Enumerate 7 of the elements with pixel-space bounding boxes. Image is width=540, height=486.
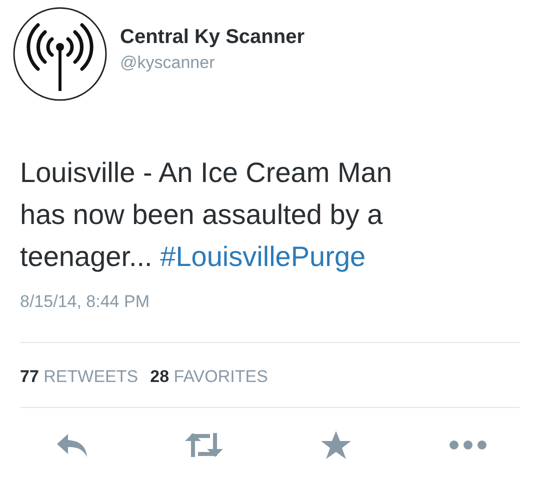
author-name: Central Ky Scanner <box>120 26 305 49</box>
stat-count[interactable]: 28 FAVORITES <box>150 367 268 387</box>
hashtag-link[interactable]: #LouisvillePurge <box>160 241 366 272</box>
tweet-text: Louisville - An Ice Cream Man has now been assaulted by a teenager... #LouisvillePurge <box>20 156 393 274</box>
author-handle: @kyscanner <box>120 53 216 73</box>
timestamp: 8/15/14, 8:44 PM <box>20 292 150 312</box>
stat-count[interactable]: 77 RETWEETS <box>20 367 138 387</box>
